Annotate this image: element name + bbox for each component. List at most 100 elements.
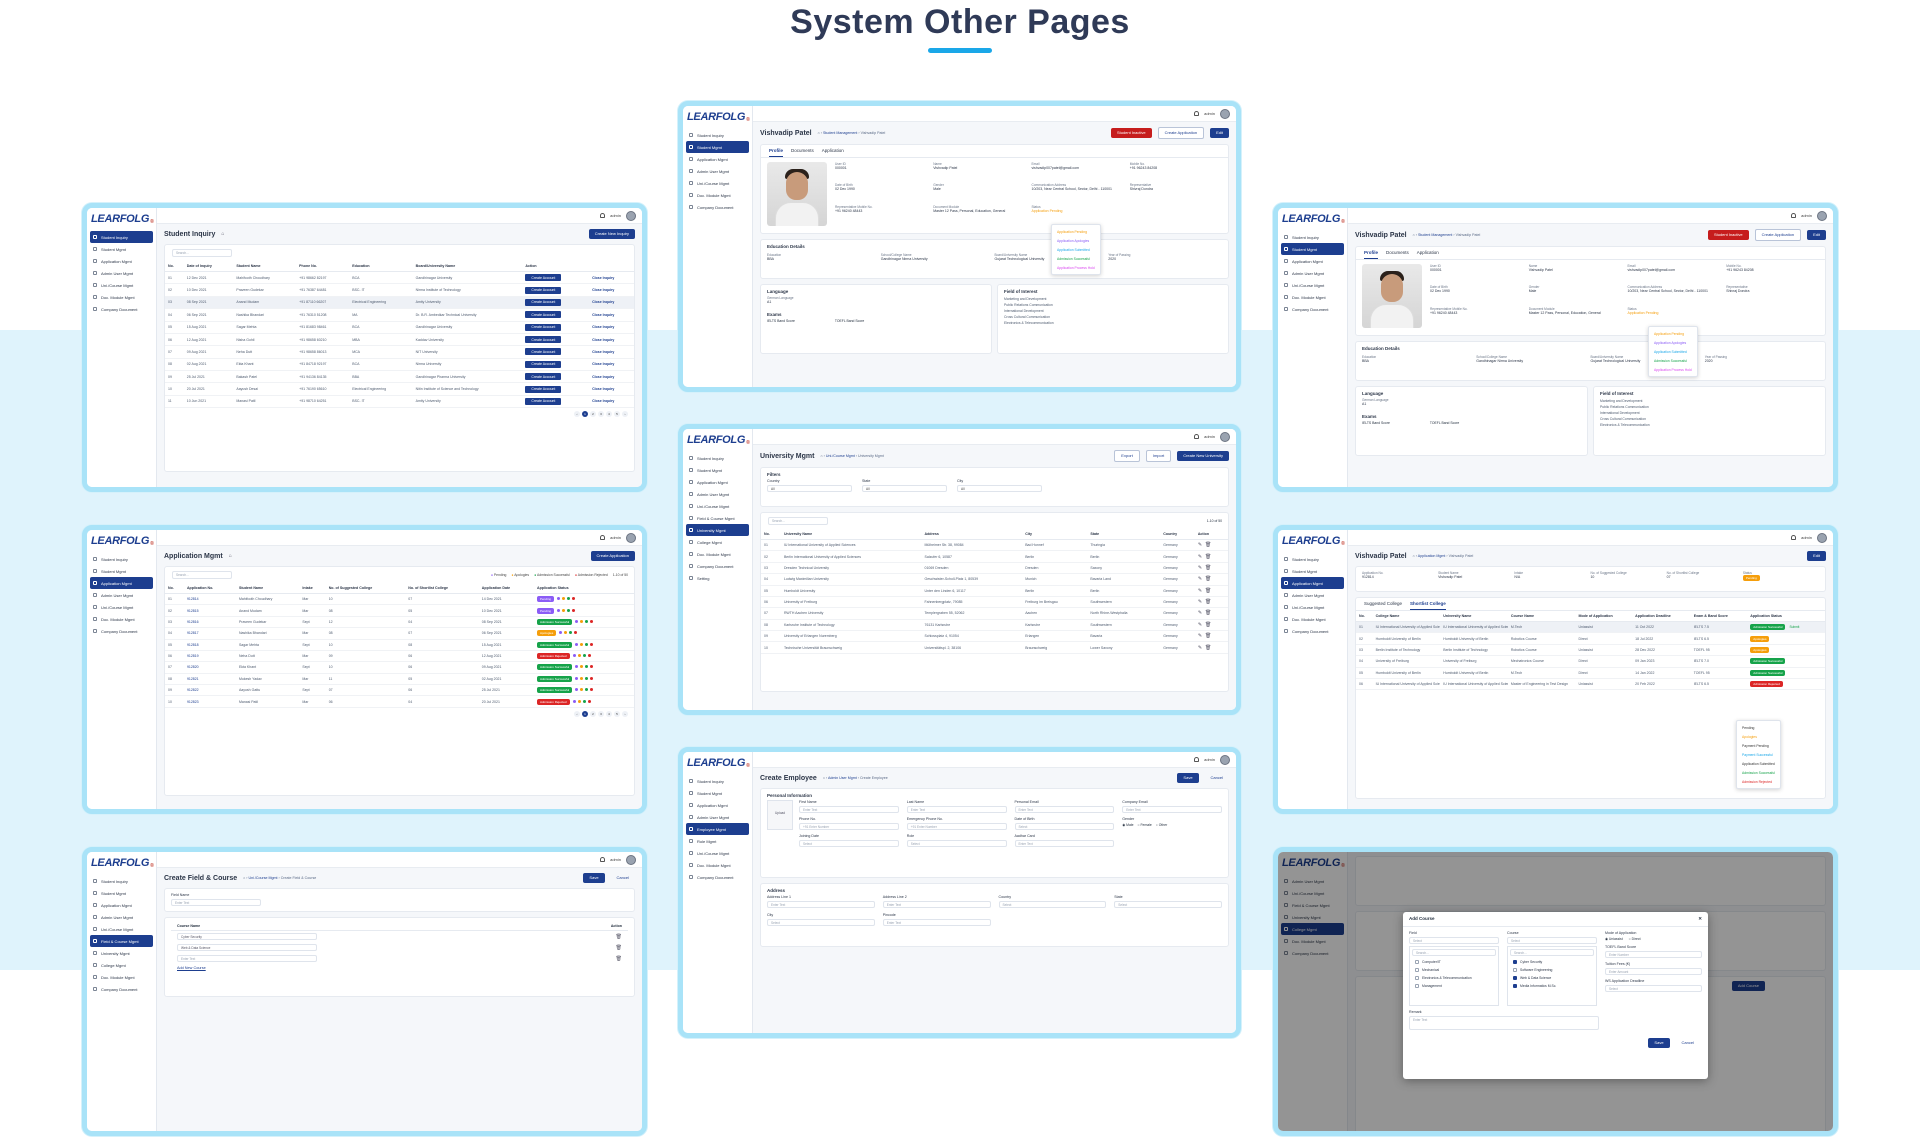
sidebar-item[interactable]: Student Mgmt — [686, 787, 749, 799]
course-option[interactable]: Web & Data Science — [1510, 974, 1594, 982]
status-dropdown[interactable]: Application Pending Application Apologie… — [1051, 224, 1101, 275]
tab-profile[interactable]: Profile — [1364, 247, 1379, 259]
student-inactive-button[interactable]: Student Inactive — [1110, 128, 1152, 138]
sidebar-item[interactable]: College Mgmt — [90, 959, 153, 971]
avatar[interactable] — [1817, 210, 1827, 221]
breadcrumb[interactable]: ⌂ › Admin User Mgmt › Create Employee — [823, 776, 888, 780]
status-badge[interactable]: Admission Rejected — [1750, 681, 1783, 688]
tab-shortlist-college[interactable]: Shortlist College — [1410, 598, 1446, 610]
bell-icon[interactable] — [600, 213, 606, 218]
create-account-button[interactable]: Create Account — [525, 274, 562, 282]
sidebar-item[interactable]: Company Document — [1281, 303, 1344, 315]
sidebar-item[interactable]: Doc. Module Mgmt — [1281, 291, 1344, 303]
sidebar-item[interactable]: Company Document — [90, 625, 153, 637]
breadcrumb[interactable]: ⌂ › Student Management › Vishvadip Patel — [1413, 233, 1481, 237]
sidebar-item[interactable]: Application Mgmt — [686, 153, 749, 165]
sidebar-item[interactable]: Admin User Mgmt — [90, 589, 153, 601]
table-cell[interactable]: 912822 — [183, 684, 236, 697]
bell-icon[interactable] — [600, 535, 606, 540]
dropdown-option[interactable]: Application Process Hold — [1052, 263, 1100, 272]
avatar[interactable] — [626, 854, 636, 865]
trash-icon[interactable]: 🗑 — [1205, 645, 1211, 651]
text-input[interactable]: Enter Text — [767, 901, 875, 908]
sidebar-item[interactable]: Student Inquiry — [90, 231, 153, 243]
deadline-input[interactable]: Select — [1605, 985, 1702, 992]
select-input[interactable]: Select — [1014, 823, 1115, 830]
trash-icon[interactable]: 🗑 — [1205, 565, 1211, 571]
status-badge[interactable]: Admission Successful — [1750, 669, 1786, 676]
sidebar-item[interactable]: Student Inquiry — [1281, 553, 1344, 565]
bell-icon[interactable] — [600, 857, 606, 862]
tab-application[interactable]: Application — [822, 145, 844, 157]
sidebar-item[interactable]: Doc. Module Mgmt — [686, 548, 749, 560]
table-cell[interactable]: 912821 — [183, 673, 236, 686]
close-inquiry-link[interactable]: Close Inquiry — [592, 338, 614, 342]
menu-option[interactable]: Pending — [1737, 723, 1780, 732]
sidebar-item[interactable]: Uni./Course Mgmt — [90, 601, 153, 613]
create-account-button[interactable]: Create Account — [525, 397, 562, 405]
edit-icon[interactable]: ✎ — [1198, 542, 1202, 548]
sidebar-item[interactable]: Student Inquiry — [90, 553, 153, 565]
bell-icon[interactable] — [1194, 111, 1200, 116]
sidebar-item[interactable]: Doc. Module Mgmt — [686, 189, 749, 201]
sidebar-item[interactable]: Uni./Course Mgmt — [90, 923, 153, 935]
sidebar-item[interactable]: Role Mgmt — [686, 835, 749, 847]
close-inquiry-link[interactable]: Close Inquiry — [592, 300, 614, 304]
sidebar-item[interactable]: Company Document — [90, 303, 153, 315]
sidebar-item[interactable]: Admin User Mgmt — [90, 911, 153, 923]
sidebar-item[interactable]: University Mgmt — [90, 947, 153, 959]
dropdown-option[interactable]: Application Apologies — [1052, 236, 1100, 245]
upload-photo[interactable]: Upload — [767, 800, 793, 830]
trash-icon[interactable]: 🗑 — [616, 956, 622, 962]
cancel-button[interactable]: Cancel — [1205, 773, 1229, 783]
select-input[interactable]: Select — [906, 840, 1007, 847]
trash-icon[interactable]: 🗑 — [1205, 622, 1211, 628]
course-input[interactable]: Cyber Security — [177, 933, 317, 940]
create-application-button[interactable]: Create Application — [1754, 229, 1802, 241]
close-icon[interactable]: ✕ — [1698, 916, 1702, 922]
avatar[interactable] — [1817, 532, 1827, 543]
sidebar-item[interactable]: Employee Mgmt — [686, 823, 749, 835]
tab-profile[interactable]: Profile — [769, 145, 784, 157]
phone-input[interactable]: +91 Enter Number — [799, 823, 899, 830]
sidebar-item[interactable]: Admin User Mgmt — [90, 267, 153, 279]
remark-input[interactable]: Enter Text — [1409, 1016, 1599, 1030]
city-filter[interactable]: City All — [957, 479, 1042, 492]
text-input[interactable]: Enter Text — [906, 806, 1007, 813]
sidebar-item[interactable]: Company Document — [1281, 625, 1344, 637]
close-inquiry-link[interactable]: Close Inquiry — [592, 375, 614, 379]
course-selector[interactable]: Course Select Search... Cyber Security So… — [1507, 931, 1597, 1006]
radio-option[interactable]: ○ Female — [1138, 823, 1152, 827]
submit-link[interactable]: Submit — [1789, 625, 1799, 629]
avatar[interactable] — [626, 210, 636, 221]
tab-suggested-college[interactable]: Suggested College — [1364, 598, 1402, 610]
sidebar-item[interactable]: Uni./Course Mgmt — [90, 279, 153, 291]
edit-button[interactable]: Edit — [1807, 551, 1826, 561]
status-badge[interactable]: Apologies — [1750, 635, 1770, 642]
field-option[interactable]: Mechanical — [1412, 966, 1496, 974]
sidebar-item[interactable]: University Mgmt — [686, 524, 749, 536]
sidebar-item[interactable]: Company Document — [90, 983, 153, 995]
table-cell[interactable]: 912819 — [183, 650, 236, 663]
avatar[interactable] — [1220, 754, 1230, 765]
table-cell[interactable]: 912816 — [183, 616, 236, 629]
table-cell[interactable]: 912817 — [183, 627, 236, 640]
field-name-input[interactable]: Enter Text — [171, 899, 261, 906]
avatar[interactable] — [1220, 431, 1230, 442]
status-badge[interactable]: Apologies — [1750, 646, 1770, 653]
sidebar-item[interactable]: Student Inquiry — [90, 875, 153, 887]
breadcrumb[interactable]: ⌂ › Student Management › Vishvadip Patel — [818, 131, 886, 135]
checkbox[interactable] — [1513, 976, 1517, 980]
sidebar-item[interactable]: Company Document — [686, 201, 749, 213]
sidebar-item[interactable]: Uni./Course Mgmt — [1281, 279, 1344, 291]
table-cell[interactable]: 912818 — [183, 639, 236, 651]
status-menu[interactable]: Pending Apologies Payment Pending Paymen… — [1736, 720, 1781, 789]
status-dropdown[interactable]: Application Pending Application Apologie… — [1648, 326, 1698, 377]
create-inquiry-button[interactable]: Create New Inquiry — [588, 229, 635, 239]
dropdown-option[interactable]: Application Submitted — [1052, 245, 1100, 254]
home-icon[interactable]: ⌂ — [221, 231, 224, 237]
sidebar-item[interactable]: Company Document — [686, 871, 749, 883]
save-button[interactable]: Save — [583, 873, 605, 883]
text-input[interactable]: Enter Text — [882, 919, 991, 926]
tab-documents[interactable]: Documents — [791, 145, 814, 157]
